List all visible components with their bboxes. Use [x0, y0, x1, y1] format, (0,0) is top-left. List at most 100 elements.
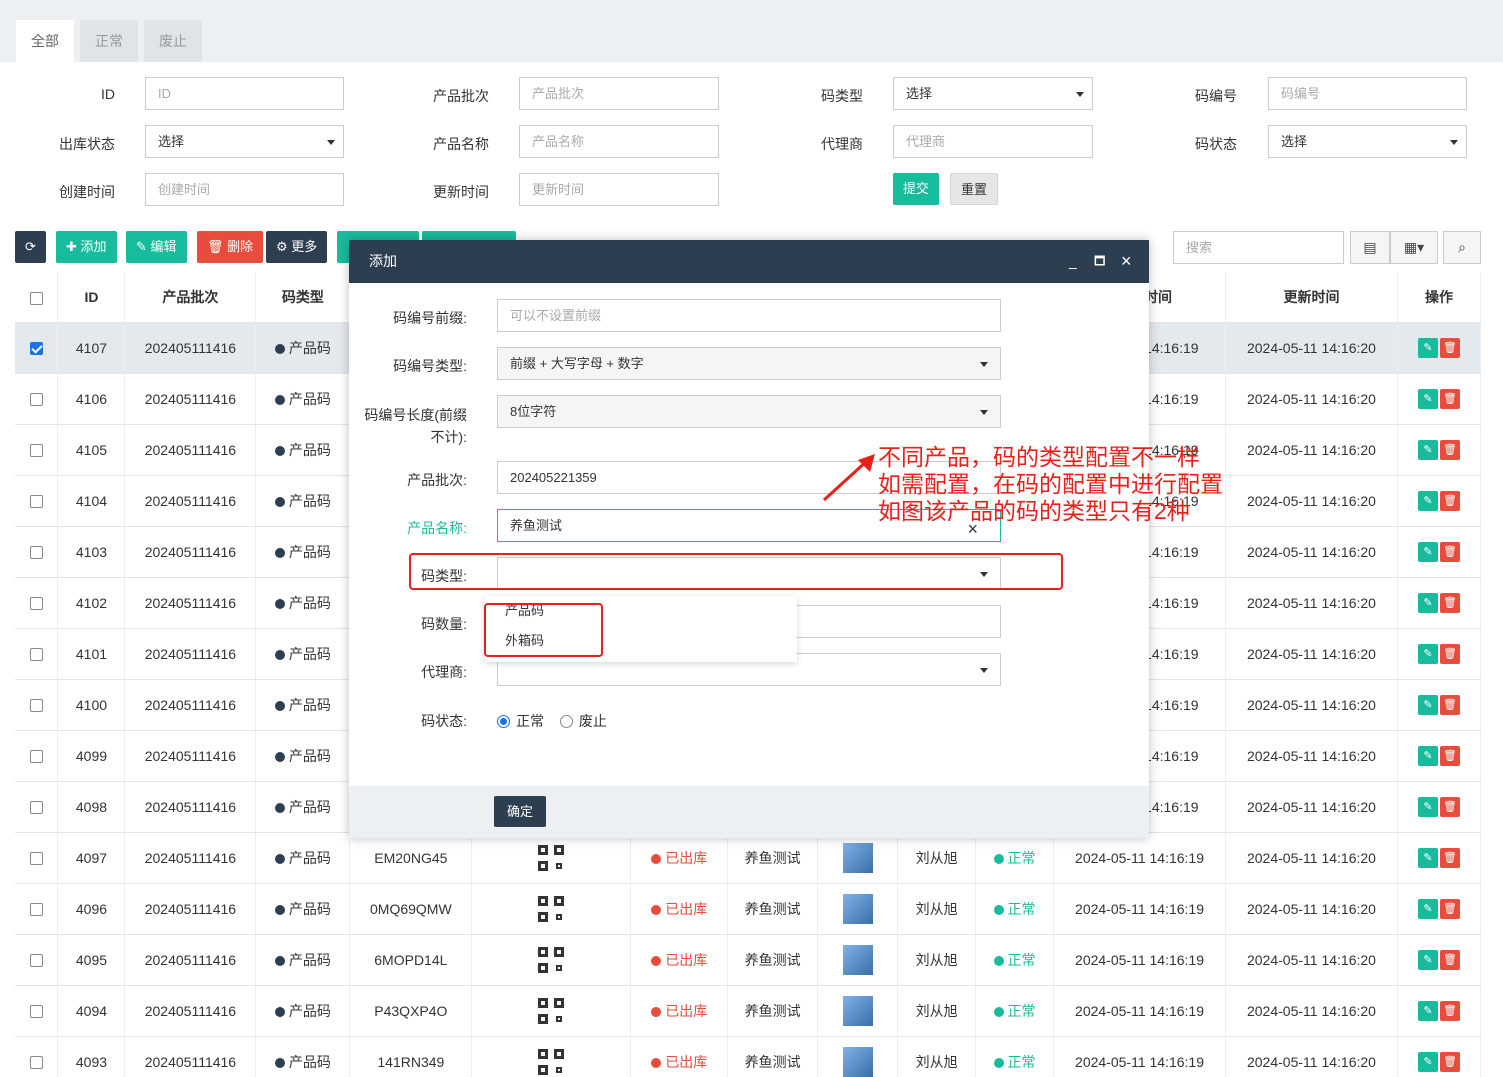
maximize-icon[interactable]: 🗖 — [1094, 240, 1105, 283]
prefix-input[interactable]: 可以不设置前缀 — [497, 299, 1001, 332]
product-thumbnail[interactable] — [842, 893, 873, 924]
select-all-cell[interactable] — [15, 272, 59, 323]
row-edit-icon[interactable]: ✎ — [1417, 592, 1438, 613]
col-header-updated[interactable]: 更新时间 — [1225, 272, 1398, 323]
row-edit-icon[interactable]: ✎ — [1417, 388, 1438, 409]
row-checkbox-cell[interactable] — [15, 934, 59, 986]
row-checkbox[interactable] — [29, 852, 43, 866]
row-edit-icon[interactable]: ✎ — [1417, 847, 1438, 868]
row-checkbox[interactable] — [29, 801, 43, 815]
status-void-radio[interactable] — [559, 715, 573, 728]
cell-image[interactable] — [817, 934, 899, 986]
row-delete-icon[interactable]: 🗑 — [1439, 898, 1460, 919]
search-input[interactable]: 搜索 — [1173, 231, 1344, 264]
tab-normal[interactable]: 正常 — [80, 20, 138, 62]
row-edit-icon[interactable]: ✎ — [1417, 643, 1438, 664]
length-select[interactable]: 8位字符 — [497, 395, 1001, 428]
cell-image[interactable] — [817, 985, 899, 1037]
table-row[interactable]: 4095 202405111416 产品码 6MOPD14L 已出库 养鱼测试 刘从旭 正常 2… — [15, 934, 1482, 986]
row-delete-icon[interactable]: 🗑 — [1439, 337, 1460, 358]
row-edit-icon[interactable]: ✎ — [1417, 541, 1438, 562]
qr-code-icon[interactable] — [538, 997, 565, 1024]
row-delete-icon[interactable]: 🗑 — [1439, 745, 1460, 766]
filter-codestatus-select[interactable]: 选择 — [1268, 125, 1467, 158]
product-thumbnail[interactable] — [842, 995, 873, 1026]
refresh-button[interactable]: ⟳ — [15, 231, 46, 263]
row-delete-icon[interactable]: 🗑 — [1439, 949, 1460, 970]
tab-all[interactable]: 全部 — [16, 20, 74, 62]
row-edit-icon[interactable]: ✎ — [1417, 490, 1438, 511]
row-checkbox-cell[interactable] — [15, 730, 59, 782]
row-delete-icon[interactable]: 🗑 — [1439, 490, 1460, 511]
col-header-type[interactable]: 码类型 — [255, 272, 351, 323]
row-checkbox[interactable] — [29, 546, 43, 560]
ok-button[interactable]: 确定 — [494, 796, 547, 827]
status-void-label[interactable]: 废止 — [579, 713, 607, 729]
row-checkbox-cell[interactable] — [15, 985, 59, 1037]
row-checkbox[interactable] — [29, 699, 43, 713]
product-thumbnail[interactable] — [842, 842, 873, 873]
cell-image[interactable] — [817, 883, 899, 935]
row-checkbox[interactable] — [29, 903, 43, 917]
product-thumbnail[interactable] — [842, 944, 873, 975]
reset-button[interactable]: 重置 — [950, 173, 999, 205]
status-normal-label[interactable]: 正常 — [516, 713, 544, 729]
cell-qr[interactable] — [471, 934, 632, 986]
columns-icon[interactable]: ▦▾ — [1390, 231, 1438, 264]
add-button[interactable]: ✚ 添加 — [56, 231, 117, 263]
row-delete-icon[interactable]: 🗑 — [1439, 694, 1460, 715]
row-checkbox[interactable] — [29, 1005, 43, 1019]
row-checkbox[interactable] — [29, 342, 43, 356]
row-checkbox-cell[interactable] — [15, 781, 59, 833]
row-delete-icon[interactable]: 🗑 — [1439, 643, 1460, 664]
filter-pname-input[interactable]: 产品名称 — [519, 125, 719, 158]
search-icon[interactable]: ⌕ — [1443, 231, 1481, 264]
filter-agent-input[interactable]: 代理商 — [893, 125, 1093, 158]
close-icon[interactable]: × — [1121, 240, 1132, 283]
filter-codeno-input[interactable]: 码编号 — [1268, 77, 1467, 110]
table-row[interactable]: 4093 202405111416 产品码 141RN349 已出库 养鱼测试 刘从旭 正常 2… — [15, 1036, 1482, 1077]
filter-codetype-select[interactable]: 选择 — [893, 77, 1093, 110]
row-edit-icon[interactable]: ✎ — [1417, 694, 1438, 715]
cell-qr[interactable] — [471, 985, 632, 1037]
row-delete-icon[interactable]: 🗑 — [1439, 1000, 1460, 1021]
row-delete-icon[interactable]: 🗑 — [1439, 592, 1460, 613]
row-checkbox[interactable] — [29, 495, 43, 509]
row-checkbox[interactable] — [29, 1056, 43, 1070]
row-delete-icon[interactable]: 🗑 — [1439, 439, 1460, 460]
tab-void[interactable]: 废止 — [144, 20, 202, 62]
filter-batch-input[interactable]: 产品批次 — [519, 77, 719, 110]
row-checkbox[interactable] — [29, 597, 43, 611]
filter-created-input[interactable]: 创建时间 — [145, 173, 344, 206]
row-checkbox-cell[interactable] — [15, 373, 59, 425]
row-edit-icon[interactable]: ✎ — [1417, 745, 1438, 766]
row-checkbox-cell[interactable] — [15, 883, 59, 935]
row-checkbox[interactable] — [29, 750, 43, 764]
col-header-batch[interactable]: 产品批次 — [124, 272, 257, 323]
filter-outstatus-select[interactable]: 选择 — [145, 125, 344, 158]
minimize-icon[interactable]: _ — [1069, 240, 1077, 283]
row-edit-icon[interactable]: ✎ — [1417, 949, 1438, 970]
submit-button[interactable]: 提交 — [893, 173, 940, 205]
status-normal-radio[interactable] — [497, 715, 510, 728]
cell-image[interactable] — [817, 832, 899, 884]
edit-button[interactable]: ✎ 编辑 — [126, 231, 187, 263]
row-edit-icon[interactable]: ✎ — [1417, 898, 1438, 919]
qr-code-icon[interactable] — [538, 895, 565, 922]
qr-code-icon[interactable] — [538, 946, 565, 973]
cell-qr[interactable] — [471, 883, 632, 935]
qr-code-icon[interactable] — [538, 1048, 565, 1075]
row-checkbox-cell[interactable] — [15, 577, 59, 629]
codeno-type-select[interactable]: 前缀 + 大写字母 + 数字 — [497, 347, 1001, 380]
table-row[interactable]: 4094 202405111416 产品码 P43QXP4O 已出库 养鱼测试 刘从旭 正常 2… — [15, 985, 1482, 1037]
row-checkbox-cell[interactable] — [15, 322, 59, 374]
row-checkbox-cell[interactable] — [15, 628, 59, 680]
row-checkbox-cell[interactable] — [15, 832, 59, 884]
row-checkbox[interactable] — [29, 393, 43, 407]
row-delete-icon[interactable]: 🗑 — [1439, 796, 1460, 817]
row-checkbox-cell[interactable] — [15, 1036, 59, 1077]
table-row[interactable]: 4096 202405111416 产品码 0MQ69QMW 已出库 养鱼测试 刘从旭 正常 2… — [15, 883, 1482, 935]
table-row[interactable]: 4097 202405111416 产品码 EM20NG45 已出库 养鱼测试 刘从旭 正常 2… — [15, 832, 1482, 884]
row-delete-icon[interactable]: 🗑 — [1439, 847, 1460, 868]
row-delete-icon[interactable]: 🗑 — [1439, 388, 1460, 409]
